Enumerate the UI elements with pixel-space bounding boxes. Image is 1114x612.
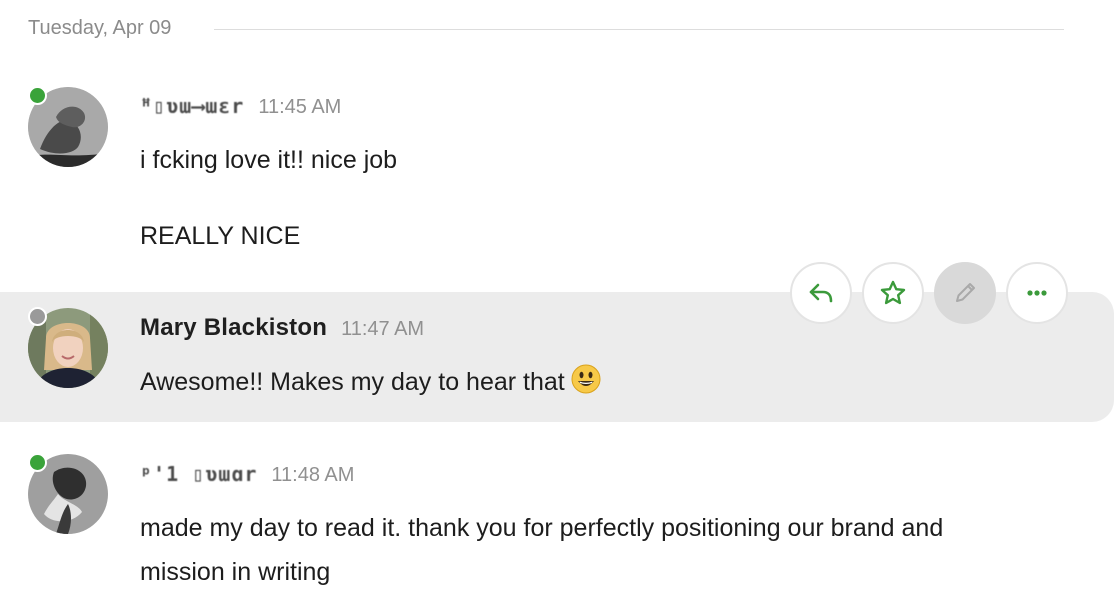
message-header: ᵖ'1 ▯ʋɯɑr 11:48 AM: [140, 462, 354, 487]
presence-offline-dot: [28, 307, 47, 326]
reply-button[interactable]: [790, 262, 852, 324]
grinning-face-icon: [571, 364, 601, 408]
edit-button[interactable]: [934, 262, 996, 324]
message-line: REALLY NICE: [140, 222, 301, 250]
author-name[interactable]: ꟸ▯ʋɯ⟶ɯɛr: [140, 94, 244, 118]
presence-online-dot: [28, 86, 47, 105]
pencil-icon: [956, 283, 975, 302]
message-text: Awesome!! Makes my day to hear that: [140, 368, 565, 396]
more-options-button[interactable]: [1006, 262, 1068, 324]
reply-icon: [809, 283, 833, 303]
timestamp[interactable]: 11:47 AM: [341, 318, 424, 340]
star-button[interactable]: [862, 262, 924, 324]
message-line: mission in writing: [140, 558, 331, 586]
presence-online-dot: [28, 453, 47, 472]
divider-line: [214, 29, 1064, 30]
message-line: Awesome!! Makes my day to hear that: [140, 360, 601, 408]
author-name[interactable]: ᵖ'1 ▯ʋɯɑr: [140, 462, 257, 486]
author-name[interactable]: Mary Blackiston: [140, 314, 327, 341]
timestamp[interactable]: 11:48 AM: [271, 464, 354, 486]
message-line: made my day to read it. thank you for pe…: [140, 514, 944, 542]
message-3[interactable]: ᵖ'1 ▯ʋɯɑr 11:48 AM made my day to read it…: [0, 440, 1114, 612]
timestamp[interactable]: 11:45 AM: [258, 96, 341, 118]
date-divider: Tuesday, Apr 09: [28, 14, 1064, 42]
message-header: ꟸ▯ʋɯ⟶ɯɛr 11:45 AM: [140, 94, 341, 119]
message-header: Mary Blackiston 11:47 AM: [140, 314, 424, 342]
message-1[interactable]: ꟸ▯ʋɯ⟶ɯɛr 11:45 AM i fcking love it!! nice…: [0, 76, 1114, 276]
star-icon: [880, 280, 906, 305]
date-label: Tuesday, Apr 09: [28, 17, 172, 39]
message-line: i fcking love it!! nice job: [140, 146, 398, 174]
more-horizontal-icon: [1027, 290, 1047, 296]
